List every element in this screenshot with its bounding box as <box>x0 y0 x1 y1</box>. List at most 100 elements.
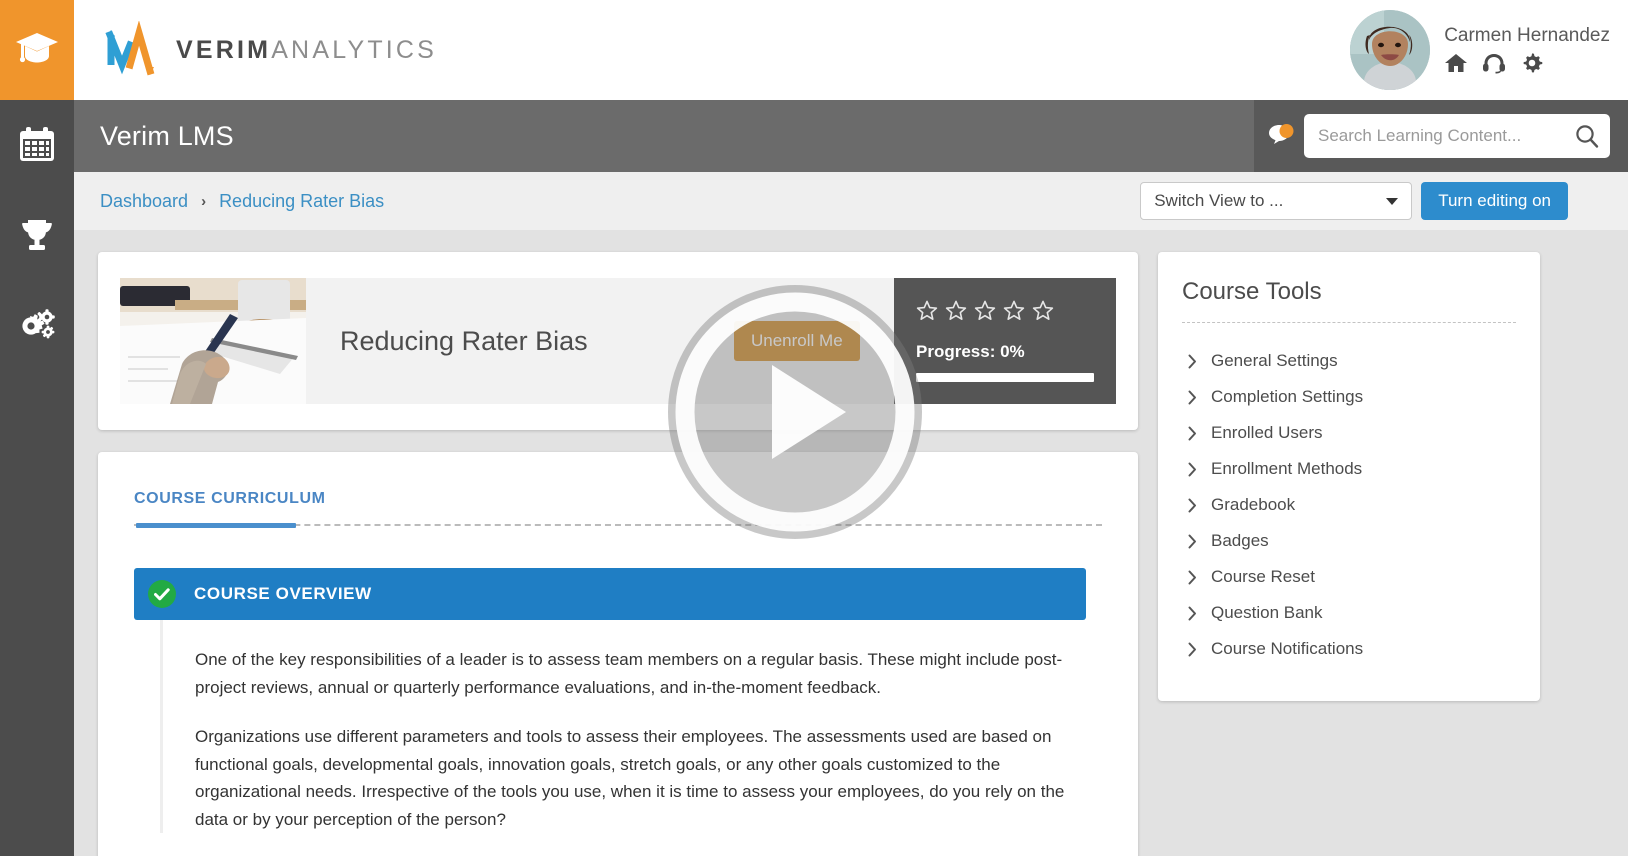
chevron-right-icon <box>1188 498 1197 513</box>
chevron-down-icon <box>1386 197 1399 205</box>
rail-item-list <box>0 100 74 370</box>
chevron-right-icon <box>1188 354 1197 369</box>
content-area: Reducing Rater Bias Unenroll Me Progress… <box>74 230 1628 856</box>
overview-paragraph: Organizations use different parameters a… <box>195 727 1065 829</box>
left-nav-rail <box>0 0 74 856</box>
user-name: Carmen Hernandez <box>1444 24 1610 46</box>
tool-label: Completion Settings <box>1211 387 1364 406</box>
check-circle-icon <box>148 580 176 608</box>
search-bar[interactable] <box>1304 114 1610 158</box>
curriculum-card: COURSE CURRICULUM COURSE OVERVIEW One of… <box>98 452 1138 856</box>
tool-item-enrollment-methods[interactable]: Enrollment Methods <box>1182 451 1516 487</box>
progress-label: Progress: 0% <box>916 342 1025 361</box>
turn-editing-on-button[interactable]: Turn editing on <box>1421 182 1568 220</box>
overview-paragraph: One of the key responsibilities of a lea… <box>195 650 1063 697</box>
course-tools-title: Course Tools <box>1182 278 1322 305</box>
chevron-right-icon <box>1188 642 1197 657</box>
logo[interactable]: VERIMANALYTICS <box>100 20 437 79</box>
tool-item-enrolled-users[interactable]: Enrolled Users <box>1182 415 1516 451</box>
chevron-right-icon <box>1188 606 1197 621</box>
rail-logo-home[interactable] <box>0 0 74 100</box>
user-info: Carmen Hernandez <box>1444 24 1610 75</box>
section-title: COURSE OVERVIEW <box>194 584 372 603</box>
calendar-icon <box>17 125 57 165</box>
user-quick-icons <box>1444 52 1610 74</box>
star-icon[interactable] <box>1003 300 1025 326</box>
star-icon[interactable] <box>1032 300 1054 326</box>
chat-bubble-icon[interactable] <box>1266 121 1296 151</box>
graduation-cap-icon <box>15 30 59 71</box>
breadcrumb-item-course[interactable]: Reducing Rater Bias <box>219 191 384 212</box>
star-icon[interactable] <box>945 300 967 326</box>
section-header-course-overview[interactable]: COURSE OVERVIEW <box>134 568 1086 620</box>
switch-view-select[interactable]: Switch View to ... <box>1140 182 1413 220</box>
course-tools-card: Course Tools General Settings Completion… <box>1158 252 1540 701</box>
tool-label: Enrolled Users <box>1211 423 1323 442</box>
tool-item-completion-settings[interactable]: Completion Settings <box>1182 379 1516 415</box>
search-input[interactable] <box>1318 126 1574 146</box>
breadcrumb-separator: › <box>201 192 207 210</box>
gears-icon <box>15 305 59 345</box>
breadcrumb-item-dashboard[interactable]: Dashboard <box>100 191 188 212</box>
star-icon[interactable] <box>974 300 996 326</box>
brand-header: VERIMANALYTICS Carmen Hernandez <box>74 0 1628 100</box>
unenroll-me-button[interactable]: Unenroll Me <box>734 321 860 361</box>
tool-item-question-bank[interactable]: Question Bank <box>1182 595 1516 631</box>
search-zone <box>1254 100 1628 172</box>
star-icon[interactable] <box>916 300 938 326</box>
tool-label: Course Notifications <box>1211 639 1364 658</box>
logo-primary: VERIM <box>176 35 272 64</box>
tool-label: Course Reset <box>1211 567 1315 586</box>
sidebar-item-calendar[interactable] <box>0 100 74 190</box>
course-tools-list: General Settings Completion Settings Enr… <box>1182 343 1516 667</box>
avatar[interactable] <box>1350 10 1431 90</box>
tool-label: Enrollment Methods <box>1211 459 1363 478</box>
tool-label: Gradebook <box>1211 495 1296 514</box>
user-menu[interactable]: Carmen Hernandez <box>1350 10 1610 90</box>
tool-item-general-settings[interactable]: General Settings <box>1182 343 1516 379</box>
breadcrumb-actions: Switch View to ... Turn editing on <box>1140 182 1568 220</box>
sidebar-item-settings[interactable] <box>0 280 74 370</box>
tool-label: Question Bank <box>1211 603 1323 622</box>
home-icon[interactable] <box>1444 52 1468 74</box>
chevron-right-icon <box>1188 426 1197 441</box>
switch-view-label: Switch View to ... <box>1154 191 1284 210</box>
page-title: Verim LMS <box>100 120 234 151</box>
app-root: VERIMANALYTICS Carmen Hernandez Verim LM… <box>0 0 1628 856</box>
tool-label: General Settings <box>1211 351 1338 370</box>
progress-bar <box>916 373 1094 382</box>
course-thumbnail <box>120 278 306 404</box>
chevron-right-icon <box>1188 462 1197 477</box>
section-body: One of the key responsibilities of a lea… <box>160 620 1102 834</box>
progress-panel: Progress: 0% <box>894 278 1116 404</box>
tab-active-indicator <box>136 523 296 528</box>
tab-underline <box>134 523 1102 528</box>
trophy-icon <box>17 215 57 255</box>
breadcrumb-bar: Dashboard › Reducing Rater Bias Switch V… <box>74 172 1628 230</box>
divider <box>1182 322 1516 323</box>
main-column: Reducing Rater Bias Unenroll Me Progress… <box>98 252 1138 856</box>
tool-item-course-notifications[interactable]: Course Notifications <box>1182 631 1516 667</box>
chevron-right-icon <box>1188 534 1197 549</box>
logo-secondary: ANALYTICS <box>271 35 438 64</box>
course-rating[interactable] <box>916 300 1094 326</box>
tool-item-course-reset[interactable]: Course Reset <box>1182 559 1516 595</box>
search-icon[interactable] <box>1574 123 1600 149</box>
chevron-right-icon <box>1188 390 1197 405</box>
app-title-bar: Verim LMS <box>74 100 1628 172</box>
tool-item-gradebook[interactable]: Gradebook <box>1182 487 1516 523</box>
course-summary-strip: Reducing Rater Bias Unenroll Me Progress… <box>120 278 1116 404</box>
curriculum-tabs: COURSE CURRICULUM <box>134 490 1102 528</box>
tool-item-badges[interactable]: Badges <box>1182 523 1516 559</box>
verim-analytics-mark-icon <box>100 20 166 79</box>
chevron-right-icon <box>1188 570 1197 585</box>
breadcrumb: Dashboard › Reducing Rater Bias <box>100 191 384 212</box>
sidebar-item-achievements[interactable] <box>0 190 74 280</box>
course-summary-card: Reducing Rater Bias Unenroll Me Progress… <box>98 252 1138 430</box>
headset-icon[interactable] <box>1482 52 1506 74</box>
tab-course-curriculum[interactable]: COURSE CURRICULUM <box>134 490 326 524</box>
logo-text: VERIMANALYTICS <box>176 36 437 65</box>
course-title: Reducing Rater Bias <box>340 325 588 356</box>
side-column: Course Tools General Settings Completion… <box>1158 252 1540 701</box>
gear-icon[interactable] <box>1520 52 1544 74</box>
